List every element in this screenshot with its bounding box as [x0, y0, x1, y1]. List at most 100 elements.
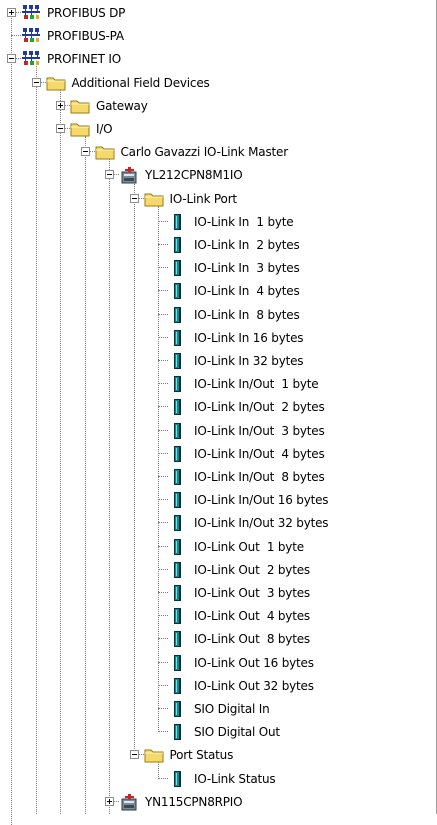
tree-node-yl212cpn8m1io[interactable]: YL212CPN8M1IO [0, 164, 437, 187]
tree-connector-line [158, 429, 168, 431]
tree-node-label: IO-Link In 8 bytes [194, 307, 300, 322]
tree-node-profinet-io[interactable]: PROFINET IO [0, 48, 437, 71]
tree-node-carlo-gavazzi-io-link-master[interactable]: Carlo Gavazzi IO-Link Master [0, 141, 437, 164]
tree-node-additional-field-devices[interactable]: Additional Field Devices [0, 72, 437, 95]
expand-toggle-icon[interactable] [105, 796, 114, 806]
tree-node-label: IO-Link In/Out 3 bytes [194, 423, 325, 438]
tree-node-io-link-inout-8-bytes[interactable]: IO-Link In/Out 8 bytes [0, 466, 437, 489]
tree-node-profibus-pa[interactable]: PROFIBUS-PA [0, 25, 437, 48]
module-icon [168, 538, 188, 556]
tree-node-label: IO-Link Out 16 bytes [194, 655, 314, 670]
tree-connector-line [158, 499, 168, 501]
tree-node-io-link-out-2-bytes[interactable]: IO-Link Out 2 bytes [0, 559, 437, 582]
tree-node-yn115cpn8rpio[interactable]: YN115CPN8RPIO [0, 791, 437, 814]
module-icon [168, 375, 188, 393]
tree-connector-line [158, 638, 168, 640]
collapse-toggle-icon[interactable] [105, 170, 114, 180]
tree-node-label: IO-Link In 16 bytes [194, 330, 304, 345]
tree-node-io-link-in-32-bytes[interactable]: IO-Link In 32 bytes [0, 350, 437, 373]
module-icon [168, 723, 188, 741]
tree-node-io-link-out-3-bytes[interactable]: IO-Link Out 3 bytes [0, 582, 437, 605]
tree-node-io-link-inout-4-bytes[interactable]: IO-Link In/Out 4 bytes [0, 443, 437, 466]
collapse-toggle-icon[interactable] [129, 750, 139, 760]
tree-connector-line [158, 476, 168, 477]
module-icon [168, 630, 188, 648]
device-icon [119, 793, 139, 811]
module-icon [168, 422, 188, 440]
tree-node-label: Carlo Gavazzi IO-Link Master [120, 145, 289, 160]
tree-node-sio-digital-in[interactable]: SIO Digital In [0, 698, 437, 721]
network-icon [21, 4, 41, 22]
collapse-toggle-icon[interactable] [31, 77, 41, 87]
tree-node-profibus-dp[interactable]: PROFIBUS DP [0, 2, 437, 25]
tree-node-label: IO-Link In 4 bytes [194, 284, 300, 299]
tree-connector-line [158, 244, 168, 245]
tree-node-label: IO-Link Out 4 bytes [194, 609, 310, 624]
tree-connector-line [158, 290, 168, 292]
folder-icon [144, 190, 164, 208]
tree-connector-line [158, 452, 168, 454]
tree-connector-line [158, 220, 168, 222]
tree-connector-line [158, 406, 168, 408]
collapse-toggle-icon[interactable] [80, 147, 90, 157]
tree-node-io-link-out-4-bytes[interactable]: IO-Link Out 4 bytes [0, 605, 437, 628]
folder-icon [144, 746, 164, 764]
tree-node-io-link-out-8-bytes[interactable]: IO-Link Out 8 bytes [0, 628, 437, 651]
tree-node-io-link-in-3-bytes[interactable]: IO-Link In 3 bytes [0, 257, 437, 280]
tree-connector-line [158, 545, 168, 547]
module-icon [168, 514, 188, 532]
tree-connector-line [158, 661, 168, 663]
module-icon [168, 306, 188, 324]
tree-connector-line [158, 336, 168, 338]
module-icon [168, 236, 188, 254]
tree-connector-line [158, 522, 168, 524]
tree-connector-line [11, 35, 21, 37]
tree-node-io-link-in-4-bytes[interactable]: IO-Link In 4 bytes [0, 280, 437, 303]
tree-node-io-link-inout-1-byte[interactable]: IO-Link In/Out 1 byte [0, 373, 437, 396]
tree-connector-line [158, 568, 168, 570]
tree-node-io-link-in-16-bytes[interactable]: IO-Link In 16 bytes [0, 327, 437, 350]
collapse-toggle-icon[interactable] [129, 193, 139, 203]
tree-node-gateway[interactable]: Gateway [0, 95, 437, 118]
tree-node-label: Additional Field Devices [71, 75, 210, 90]
tree-node-label: YL212CPN8M1IO [145, 168, 243, 183]
tree-node-io-link-inout-16-bytes[interactable]: IO-Link In/Out 16 bytes [0, 489, 437, 512]
tree-node-label: IO-Link Status [194, 771, 276, 786]
minus-icon [58, 128, 63, 129]
tree-node-io-link-in-2-bytes[interactable]: IO-Link In 2 bytes [0, 234, 437, 257]
tree-node-io-link-status[interactable]: IO-Link Status [0, 768, 437, 791]
tree-node-io-link-in-1-byte[interactable]: IO-Link In 1 byte [0, 211, 437, 234]
module-icon [168, 677, 188, 695]
tree-node-label: IO-Link In/Out 16 bytes [194, 493, 329, 508]
tree-node-io-link-out-32-bytes[interactable]: IO-Link Out 32 bytes [0, 675, 437, 698]
tree-node-io-folder[interactable]: I/O [0, 118, 437, 141]
collapse-toggle-icon[interactable] [7, 54, 16, 64]
tree-node-label: PROFINET IO [47, 52, 121, 67]
tree-node-label: IO-Link In/Out 1 byte [194, 377, 319, 392]
expand-toggle-icon[interactable] [7, 8, 16, 17]
tree-node-io-link-inout-3-bytes[interactable]: IO-Link In/Out 3 bytes [0, 420, 437, 443]
tree-connector-line [158, 708, 168, 709]
hardware-catalog-tree: PROFIBUS DP PROFIBUS-PA PROFINET IO Addi… [0, 0, 437, 825]
tree-node-label: PROFIBUS-PA [47, 29, 124, 44]
network-icon [21, 27, 41, 45]
tree-node-label: YN115CPN8RPIO [145, 794, 243, 809]
collapse-toggle-icon[interactable] [56, 124, 65, 133]
tree-node-io-link-out-1-byte[interactable]: IO-Link Out 1 byte [0, 536, 437, 559]
module-icon [168, 607, 188, 625]
tree-node-label: IO-Link Out 8 bytes [194, 632, 310, 647]
module-icon [168, 213, 188, 231]
tree-node-label: IO-Link In/Out 8 bytes [194, 470, 325, 484]
tree-node-label: IO-Link Out 2 bytes [194, 562, 310, 577]
tree-node-io-link-inout-32-bytes[interactable]: IO-Link In/Out 32 bytes [0, 512, 437, 535]
module-icon [168, 282, 188, 300]
module-icon [168, 352, 188, 370]
module-icon [168, 468, 188, 486]
tree-node-port-status[interactable]: Port Status [0, 744, 437, 767]
tree-node-io-link-port[interactable]: IO-Link Port [0, 188, 437, 211]
tree-node-sio-digital-out[interactable]: SIO Digital Out [0, 721, 437, 744]
tree-node-io-link-inout-2-bytes[interactable]: IO-Link In/Out 2 bytes [0, 396, 437, 419]
tree-node-io-link-out-16-bytes[interactable]: IO-Link Out 16 bytes [0, 652, 437, 675]
expand-toggle-icon[interactable] [56, 100, 65, 110]
tree-node-io-link-in-8-bytes[interactable]: IO-Link In 8 bytes [0, 304, 437, 327]
